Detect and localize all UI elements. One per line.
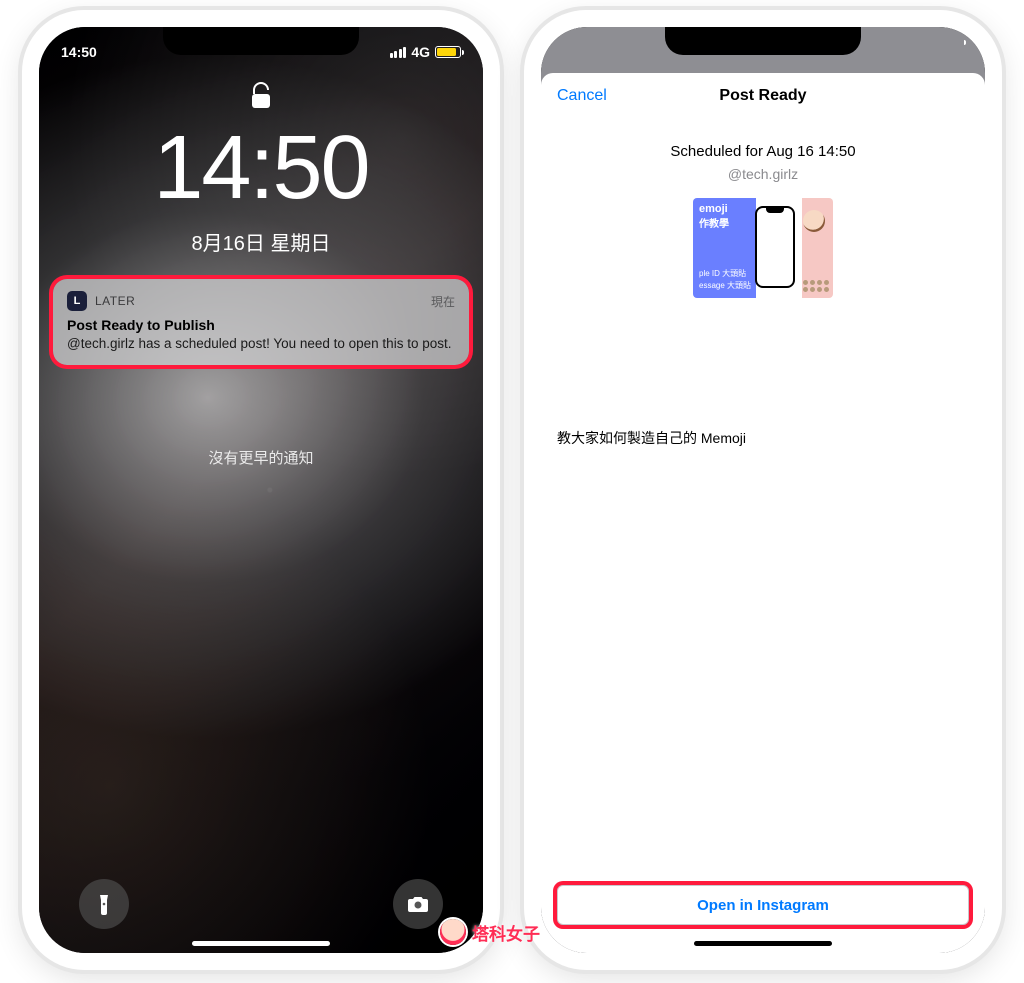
thumb-palette-icon bbox=[803, 280, 829, 292]
account-handle: @tech.girlz bbox=[557, 166, 969, 182]
thumb-phone-graphic bbox=[755, 206, 795, 288]
status-indicators: 4G bbox=[390, 44, 461, 60]
scheduled-time: Scheduled for Aug 16 14:50 bbox=[557, 143, 969, 160]
watermark-icon bbox=[440, 919, 466, 945]
lock-screen: 14:50 4G 14:50 8月16日 星期日 L LATER 現在 Post… bbox=[39, 27, 483, 953]
notification-card[interactable]: L LATER 現在 Post Ready to Publish @tech.g… bbox=[53, 279, 469, 365]
status-indicators bbox=[961, 37, 963, 55]
cta-label: Open in Instagram bbox=[697, 897, 829, 914]
camera-button[interactable] bbox=[393, 879, 443, 929]
thumb-memoji-icon bbox=[803, 210, 825, 232]
cancel-button[interactable]: Cancel bbox=[557, 87, 607, 105]
status-time: 14:50 bbox=[61, 44, 97, 60]
post-thumbnail[interactable]: emoji 作教學 ple ID 大頭貼 essage 大頭貼 bbox=[693, 198, 833, 298]
battery-icon bbox=[961, 36, 963, 55]
network-label: 4G bbox=[411, 44, 430, 60]
thumb-line-2: essage 大頭貼 bbox=[699, 281, 751, 290]
home-indicator[interactable] bbox=[694, 941, 832, 946]
later-app-icon: L bbox=[67, 291, 87, 311]
notification-body: @tech.girlz has a scheduled post! You ne… bbox=[67, 335, 455, 353]
notch bbox=[163, 27, 359, 55]
open-in-instagram-button[interactable]: Open in Instagram bbox=[557, 885, 969, 925]
notch bbox=[665, 27, 861, 55]
cellular-signal-icon bbox=[390, 47, 407, 58]
iphone-frame-left: 14:50 4G 14:50 8月16日 星期日 L LATER 現在 Post… bbox=[22, 10, 500, 970]
post-ready-sheet: Cancel Post Ready Scheduled for Aug 16 1… bbox=[541, 73, 985, 953]
iphone-frame-right: Cancel Post Ready Scheduled for Aug 16 1… bbox=[524, 10, 1002, 970]
battery-icon bbox=[435, 46, 461, 58]
unlock-icon bbox=[250, 82, 272, 115]
notification-title: Post Ready to Publish bbox=[67, 317, 455, 333]
lock-clock: 14:50 bbox=[39, 117, 483, 220]
no-more-notifications: 沒有更早的通知 bbox=[39, 447, 483, 468]
thumb-line-1: ple ID 大頭貼 bbox=[699, 269, 746, 278]
watermark-text: 塔科女子 bbox=[472, 920, 540, 945]
lock-date: 8月16日 星期日 bbox=[39, 227, 483, 256]
flashlight-button[interactable] bbox=[79, 879, 129, 929]
home-indicator[interactable] bbox=[192, 941, 330, 946]
modal-nav: Cancel Post Ready bbox=[541, 73, 985, 119]
thumb-subtitle: 作教學 bbox=[699, 219, 729, 230]
watermark: 塔科女子 bbox=[440, 919, 540, 945]
thumb-headline: emoji bbox=[699, 203, 728, 215]
notification-app-name: LATER bbox=[95, 294, 423, 308]
modal-title: Post Ready bbox=[719, 87, 806, 105]
notification-time: 現在 bbox=[431, 293, 455, 310]
app-screen: Cancel Post Ready Scheduled for Aug 16 1… bbox=[541, 27, 985, 953]
post-caption: 教大家如何製造自己的 Memoji bbox=[557, 428, 969, 448]
